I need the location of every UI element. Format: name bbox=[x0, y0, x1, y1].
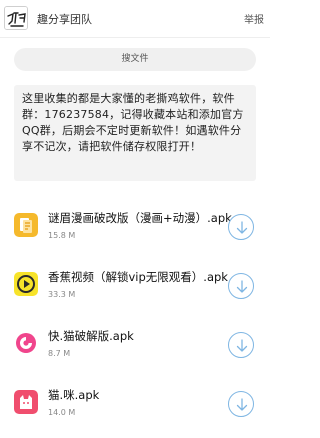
notice-text: 这里收集的都是大家懂的老撕鸡软件，软件群：176237584，记得收藏本站和添加… bbox=[14, 85, 256, 181]
download-button[interactable] bbox=[228, 273, 254, 299]
file-name[interactable]: 快.猫破解版.apk bbox=[48, 328, 236, 344]
team-logo bbox=[4, 6, 28, 30]
download-arrow-icon bbox=[236, 280, 248, 293]
file-item[interactable]: 快.猫破解版.apk 8.7 M bbox=[0, 322, 270, 380]
file-item[interactable]: 香蕉视频（解锁vip无限观看）.apk 33.3 M bbox=[0, 263, 270, 321]
report-link[interactable]: 举报 bbox=[244, 11, 264, 26]
file-size: 14.0 M bbox=[48, 408, 76, 417]
kuaimao-app-icon bbox=[14, 331, 38, 355]
team-name[interactable]: 趣分享团队 bbox=[37, 11, 92, 27]
download-arrow-icon bbox=[236, 398, 248, 411]
download-arrow-icon bbox=[236, 221, 248, 234]
manga-app-icon bbox=[14, 213, 38, 237]
maomi-app-icon bbox=[14, 390, 38, 414]
download-button[interactable] bbox=[228, 332, 254, 358]
banana-video-app-icon bbox=[14, 272, 38, 296]
file-name[interactable]: 谜眉漫画破改版（漫画+动漫）.apk bbox=[48, 210, 236, 226]
download-button[interactable] bbox=[228, 391, 254, 417]
download-button[interactable] bbox=[228, 214, 254, 240]
file-size: 8.7 M bbox=[48, 349, 71, 358]
top-bar: 趣分享团队 举报 bbox=[0, 0, 270, 38]
download-arrow-icon bbox=[236, 339, 248, 352]
file-name[interactable]: 香蕉视频（解锁vip无限观看）.apk bbox=[48, 269, 236, 285]
file-item[interactable]: 谜眉漫画破改版（漫画+动漫）.apk 15.8 M bbox=[0, 204, 270, 262]
file-size: 33.3 M bbox=[48, 290, 76, 299]
file-item[interactable]: 猫.咪.apk 14.0 M bbox=[0, 381, 270, 438]
search-files-button[interactable]: 搜文件 bbox=[14, 48, 256, 71]
file-size: 15.8 M bbox=[48, 231, 76, 240]
file-name[interactable]: 猫.咪.apk bbox=[48, 387, 236, 403]
